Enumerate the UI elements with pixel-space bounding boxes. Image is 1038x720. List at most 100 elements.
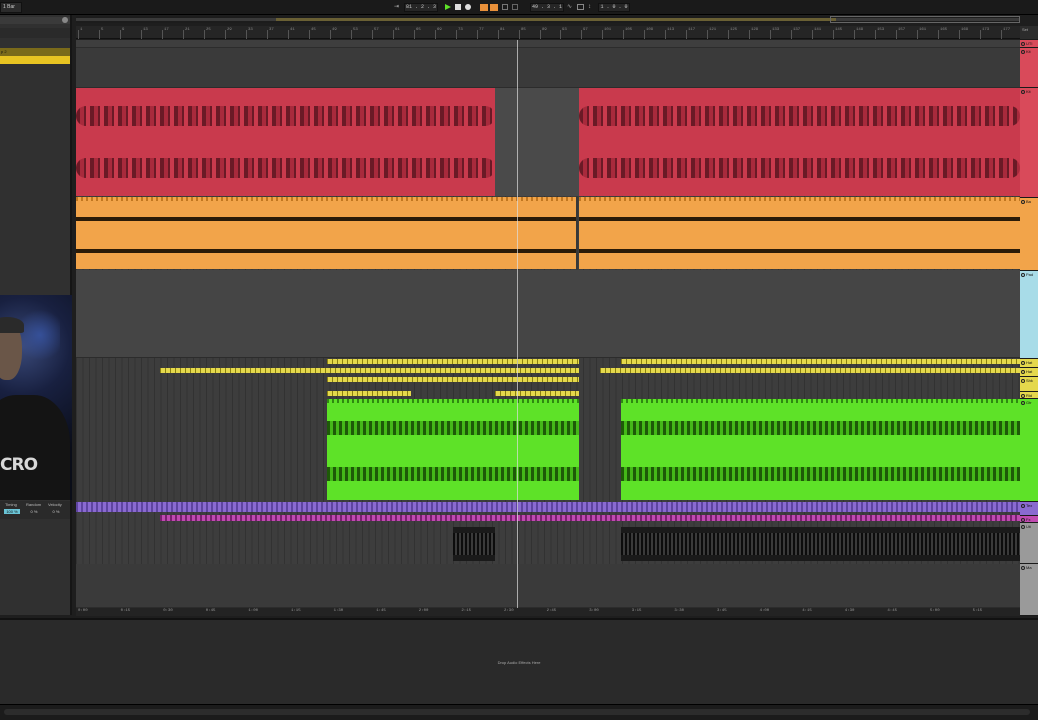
ruler-tick [372,30,373,39]
utility-clip-2[interactable] [621,527,1020,561]
hat-clip-4[interactable] [600,368,1020,373]
bass-clip-1[interactable] [76,197,576,269]
re-enable-automation-button[interactable] [490,4,498,11]
loop-switch-icon[interactable] [502,4,508,10]
beat-time-ruler[interactable]: 1 5 9 13 17 21 25 29 33 37 41 45 49 53 57 61 65 69 73 77 81 8… [76,26,1020,39]
texture-clip[interactable] [76,502,1020,512]
ruler-tick [498,30,499,39]
time-label: 2:45 [546,609,557,613]
stop-button[interactable] [455,4,461,10]
ruler-bar-number: 101 [604,28,612,32]
selected-item-highlight[interactable] [0,56,70,64]
track-header-6[interactable]: Hat [1020,368,1038,377]
fx-clip[interactable] [160,515,1020,521]
loop-start-field[interactable]: 49 . 3 . 1 [530,3,564,12]
track-header-12[interactable]: Uti [1020,523,1038,564]
track-header-3[interactable]: Ba [1020,198,1038,271]
ruler-tick [204,30,205,39]
time-label: 3:00 [589,609,599,613]
automation-arm-button[interactable] [480,4,488,11]
arrangement-view[interactable] [76,40,1020,608]
ruler-tick [78,30,79,39]
overview-viewport[interactable] [830,16,1020,23]
track-header-1[interactable]: Kit [1020,48,1038,88]
arrangement-overview[interactable] [76,16,1020,23]
ruler-tick [414,30,415,39]
track-fold-icon[interactable] [1021,394,1025,398]
ruler-bar-number: 129 [751,28,759,32]
velocity-label: Velocity [48,502,62,507]
random-value[interactable]: 0 % [26,509,42,514]
metronome-icon[interactable]: ⇥ [394,4,401,10]
browser-panel: p 2 CRO Timing Random Velocity 100 % 0 %… [0,15,72,629]
track-header-7[interactable]: Shk [1020,377,1038,392]
track-header-11[interactable]: Fx [1020,516,1038,523]
loop-length-field[interactable]: 1 . 0 . 0 [598,3,630,12]
track-fold-icon[interactable] [1021,273,1025,277]
shaker-clip-1[interactable] [327,377,579,382]
time-label: 3:15 [631,609,642,613]
ruler-tick [99,30,100,39]
key-map-icon[interactable]: ↕ [588,4,594,10]
track-fold-icon[interactable] [1021,379,1025,383]
track-header-9[interactable]: Gtr [1020,399,1038,502]
time-label: 4:45 [887,609,897,613]
ruler-tick [770,30,771,39]
lane-master[interactable] [76,564,1020,608]
playhead[interactable] [517,40,518,608]
kick-clip-1[interactable] [76,88,495,196]
ruler-tick [519,30,520,39]
track-fold-icon[interactable] [1021,370,1025,374]
light-glow [20,305,60,365]
lane-pad[interactable] [76,270,1020,358]
guitar-clip-2[interactable] [621,399,1020,500]
guitar-clip-1[interactable] [327,399,579,500]
track-fold-icon[interactable] [1021,518,1025,522]
track-header-8[interactable]: Rid [1020,392,1038,399]
punch-in-icon[interactable] [512,4,518,10]
device-view[interactable]: Drop Audio Effects Here [0,618,1038,704]
record-button[interactable] [465,4,471,10]
track-header-13[interactable]: Ma [1020,564,1038,616]
track-fold-icon[interactable] [1021,504,1025,508]
time-ruler[interactable]: 0:00 0:15 0:30 0:45 1:00 1:15 1:30 1:45 2:00 2:15… [76,608,1020,616]
velocity-value[interactable]: 0 % [48,509,64,514]
ride-clip-1[interactable] [327,391,411,396]
close-panel-button[interactable] [62,17,68,23]
track-header-5[interactable]: Hat [1020,359,1038,368]
timing-value[interactable]: 100 % [4,509,20,514]
track-fold-icon[interactable] [1021,566,1025,570]
draw-mode-icon[interactable]: ∿ [567,4,574,10]
set-label[interactable]: Set [1020,26,1038,40]
computer-midi-keyboard-icon[interactable] [577,4,584,10]
hat-clip-2[interactable] [621,359,1020,364]
track-header-10[interactable]: Tex [1020,502,1038,516]
track-fold-icon[interactable] [1021,401,1025,405]
ruler-bar-number: 121 [709,28,717,32]
bass-clip-2[interactable] [579,197,1020,269]
ruler-tick [477,30,478,39]
selected-track-label[interactable]: p 2 [0,48,70,56]
track-name: Fx [1026,517,1031,522]
horizontal-scrollbar[interactable] [4,709,1030,715]
track-fold-icon[interactable] [1021,42,1025,46]
track-fold-icon[interactable] [1021,200,1025,204]
lane-kit-1[interactable] [76,48,1020,88]
track-header-0[interactable]: UTI [1020,40,1038,48]
track-header-2[interactable]: Kit [1020,88,1038,198]
kick-gap[interactable] [495,88,579,196]
quantization-select[interactable]: 1 Bar [0,2,22,13]
arrangement-position-field[interactable]: 81 . 2 . 3 [404,3,438,12]
track-fold-icon[interactable] [1021,525,1025,529]
track-fold-icon[interactable] [1021,90,1025,94]
utility-clip-1[interactable] [453,527,495,561]
play-button[interactable] [445,4,451,10]
hat-clip-1[interactable] [327,359,579,364]
track-header-4[interactable]: Pad [1020,271,1038,359]
kick-clip-2[interactable] [579,88,1020,196]
lane-utility[interactable] [76,40,1020,48]
track-name: Shk [1026,378,1033,383]
ride-clip-2[interactable] [495,391,579,396]
track-fold-icon[interactable] [1021,361,1025,365]
track-fold-icon[interactable] [1021,50,1025,54]
